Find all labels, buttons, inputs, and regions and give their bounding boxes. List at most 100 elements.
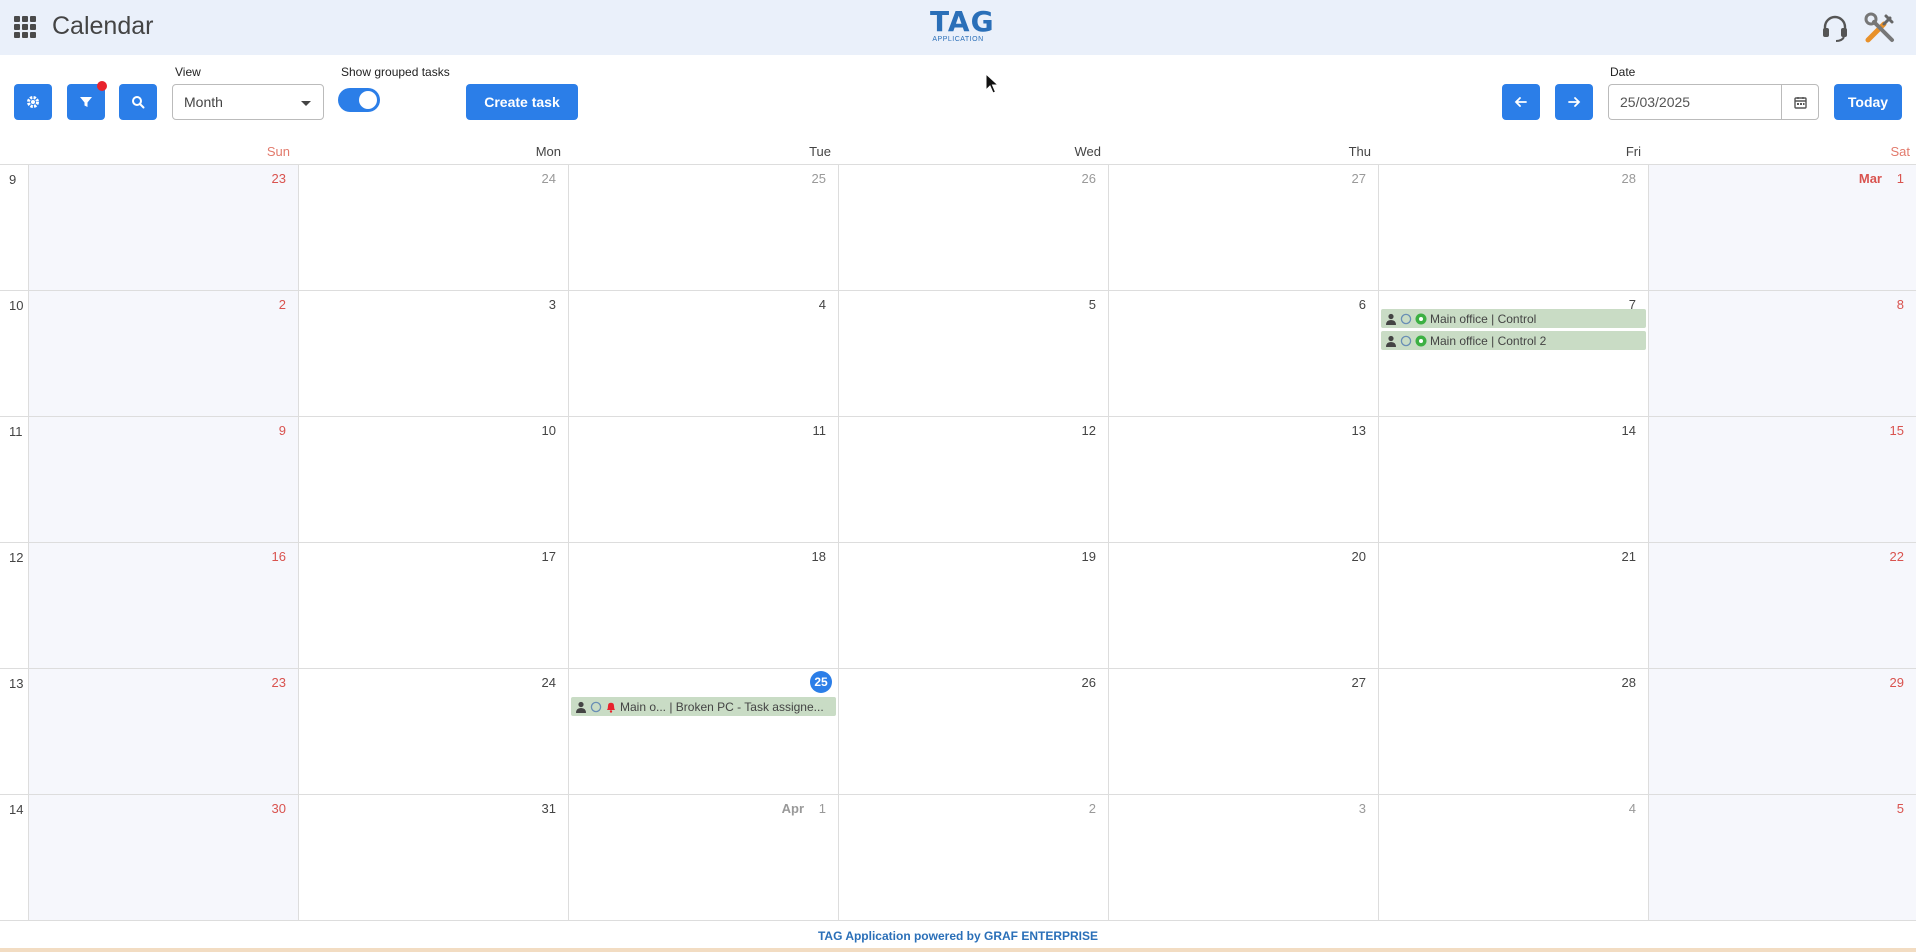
- day-cell[interactable]: 29: [1648, 669, 1916, 794]
- day-cell[interactable]: 3: [1108, 795, 1378, 920]
- day-number: 1: [818, 801, 826, 816]
- filter-active-badge: [97, 81, 107, 91]
- day-cell[interactable]: 5: [1648, 795, 1916, 920]
- day-number: 27: [1351, 171, 1366, 186]
- day-cell[interactable]: 12: [838, 417, 1108, 542]
- day-cell[interactable]: 10: [298, 417, 568, 542]
- day-cell[interactable]: 28: [1378, 669, 1648, 794]
- day-cell[interactable]: 26: [838, 165, 1108, 290]
- day-cell[interactable]: 27: [1108, 669, 1378, 794]
- toggle-knob: [359, 91, 377, 109]
- day-number: 22: [1889, 549, 1904, 564]
- day-cell[interactable]: 5: [838, 291, 1108, 416]
- apps-grid-icon[interactable]: [14, 16, 36, 38]
- day-cell[interactable]: 4: [568, 291, 838, 416]
- day-cell[interactable]: 26: [838, 669, 1108, 794]
- day-number: 26: [1081, 675, 1096, 690]
- task-event[interactable]: Main office | Control: [1381, 309, 1646, 328]
- month-grid: 9 23 24 25 26 27 28 1 Mar 10 2 3 4 5 6 7 Main office | C…: [0, 164, 1916, 921]
- week-number: 12: [9, 550, 24, 565]
- day-cell[interactable]: 24: [298, 165, 568, 290]
- day-cell[interactable]: 25 Main o... | Broken PC - Task assigne..…: [568, 669, 838, 794]
- day-number: 15: [1889, 423, 1904, 438]
- day-cell[interactable]: 6: [1108, 291, 1378, 416]
- day-header-thu: Thu: [1348, 144, 1371, 159]
- day-number: 28: [1621, 171, 1636, 186]
- grouped-tasks-toggle[interactable]: [338, 88, 380, 112]
- status-ok-icon: [1415, 313, 1427, 324]
- day-number: 13: [1351, 423, 1366, 438]
- day-number: 21: [1621, 549, 1636, 564]
- search-button[interactable]: [119, 84, 157, 120]
- headset-icon[interactable]: [1820, 13, 1850, 43]
- task-event[interactable]: Main office | Control 2: [1381, 331, 1646, 350]
- day-cell[interactable]: 23: [28, 165, 298, 290]
- tools-icon[interactable]: [1862, 10, 1898, 46]
- day-cell[interactable]: 2: [838, 795, 1108, 920]
- day-cell[interactable]: 14: [1378, 417, 1648, 542]
- day-cell[interactable]: 21: [1378, 543, 1648, 668]
- day-cell[interactable]: 16: [28, 543, 298, 668]
- mouse-cursor-icon: [985, 73, 999, 94]
- day-cell[interactable]: 22: [1648, 543, 1916, 668]
- day-number: 9: [278, 423, 286, 438]
- day-cell[interactable]: 7 Main office | Control Main office | Cont…: [1378, 291, 1648, 416]
- next-month-button[interactable]: [1555, 84, 1593, 120]
- day-cell[interactable]: 3: [298, 291, 568, 416]
- day-cell[interactable]: 27: [1108, 165, 1378, 290]
- day-number: 2: [1088, 801, 1096, 816]
- day-cell[interactable]: 30: [28, 795, 298, 920]
- task-event[interactable]: Main o... | Broken PC - Task assigne...: [571, 697, 836, 716]
- app-logo[interactable]: TAG APPLICATION: [930, 8, 994, 44]
- filter-button[interactable]: [67, 81, 107, 120]
- day-header-sun: Sun: [266, 144, 290, 159]
- person-icon: [1386, 313, 1396, 325]
- day-cell[interactable]: 13: [1108, 417, 1378, 542]
- day-cell[interactable]: 4: [1378, 795, 1648, 920]
- person-icon: [576, 701, 586, 713]
- day-cell[interactable]: 23: [28, 669, 298, 794]
- view-select[interactable]: Month: [172, 84, 324, 120]
- day-header-mon: Mon: [535, 144, 561, 159]
- status-ok-icon: [1415, 335, 1427, 346]
- top-bar: Calendar TAG APPLICATION: [0, 0, 1916, 55]
- prev-month-button[interactable]: [1502, 84, 1540, 120]
- day-cell[interactable]: 28: [1378, 165, 1648, 290]
- grouped-tasks-label: Show grouped tasks: [341, 65, 450, 79]
- bottom-divider: [0, 948, 1916, 952]
- settings-button[interactable]: [14, 84, 52, 120]
- day-cell[interactable]: 11: [568, 417, 838, 542]
- day-cell[interactable]: 1 Mar: [1648, 165, 1916, 290]
- day-cell[interactable]: 18: [568, 543, 838, 668]
- day-cell[interactable]: 20: [1108, 543, 1378, 668]
- day-number: 5: [1088, 297, 1096, 312]
- day-number: 2: [278, 297, 286, 312]
- day-number: 30: [271, 801, 286, 816]
- day-cell[interactable]: 25: [568, 165, 838, 290]
- day-cell[interactable]: 15: [1648, 417, 1916, 542]
- date-input[interactable]: 25/03/2025: [1608, 84, 1781, 120]
- day-number: 16: [271, 549, 286, 564]
- day-cell[interactable]: 2: [28, 291, 298, 416]
- date-label: Date: [1610, 65, 1636, 79]
- status-open-icon: [590, 701, 602, 712]
- day-cell[interactable]: 31: [298, 795, 568, 920]
- gear-icon: [27, 96, 39, 108]
- day-number: 8: [1896, 297, 1904, 312]
- month-start-label: Apr: [781, 801, 804, 816]
- day-cell[interactable]: 24: [298, 669, 568, 794]
- calendar-icon: [1793, 96, 1807, 109]
- arrow-right-icon: [1568, 97, 1581, 107]
- create-task-button[interactable]: Create task: [466, 84, 578, 120]
- week-row: 11 9 10 11 12 13 14 15: [0, 417, 1916, 543]
- today-button[interactable]: Today: [1834, 84, 1902, 120]
- date-picker-button[interactable]: [1781, 84, 1819, 120]
- day-cell[interactable]: 9: [28, 417, 298, 542]
- day-number: 5: [1896, 801, 1904, 816]
- day-cell[interactable]: 1 Apr: [568, 795, 838, 920]
- day-number: 26: [1081, 171, 1096, 186]
- week-number: 9: [9, 172, 17, 187]
- day-cell[interactable]: 19: [838, 543, 1108, 668]
- day-cell[interactable]: 17: [298, 543, 568, 668]
- day-cell[interactable]: 8: [1648, 291, 1916, 416]
